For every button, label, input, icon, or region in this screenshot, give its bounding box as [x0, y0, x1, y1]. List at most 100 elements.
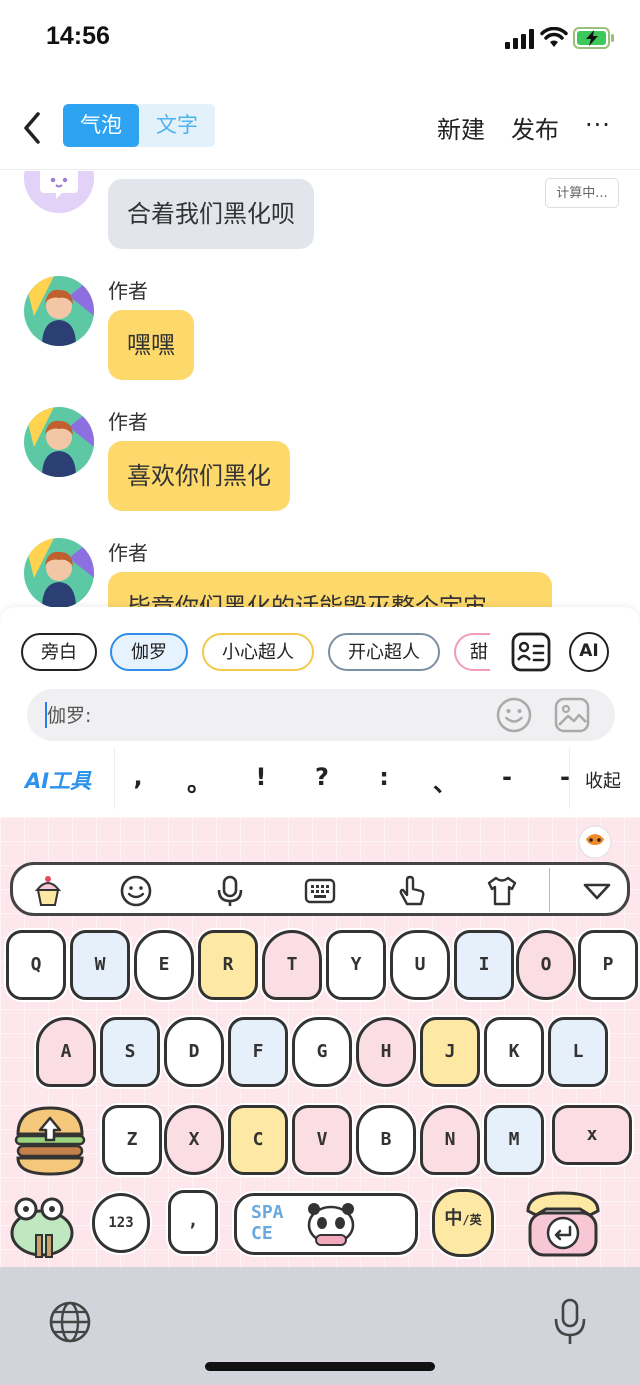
key-m[interactable]: M: [484, 1105, 544, 1175]
keyboard-mascot-icon[interactable]: [578, 825, 612, 859]
chat-area: 合着我们黑化呗 计算中... 作者 嘿嘿 作者 喜欢你们黑化 作者 毕竟你们黑化…: [0, 171, 640, 607]
space-label-bottom: CE: [251, 1223, 273, 1244]
key-q[interactable]: Q: [6, 930, 66, 1000]
role-chip-jialuo[interactable]: 伽罗: [110, 633, 188, 671]
ghost-avatar[interactable]: [24, 171, 94, 213]
message-input[interactable]: 伽罗:: [27, 689, 615, 741]
input-role-prefix: 伽罗:: [47, 705, 92, 727]
avatar-illustration-icon: [24, 276, 94, 346]
comma-key[interactable]: ,: [168, 1190, 218, 1254]
key-c[interactable]: C: [228, 1105, 288, 1175]
publish-button[interactable]: 发布: [511, 110, 559, 145]
language-switch-key[interactable]: 中/英: [432, 1189, 494, 1257]
return-phone-key[interactable]: [520, 1189, 606, 1259]
shift-burger-key[interactable]: [12, 1102, 88, 1178]
punct-key[interactable]: 。: [184, 763, 214, 798]
key-i[interactable]: I: [454, 930, 514, 1000]
dictation-microphone-icon[interactable]: [552, 1297, 588, 1347]
author-name: 作者: [108, 279, 148, 303]
space-label-top: SPA: [251, 1202, 284, 1223]
key-h[interactable]: H: [356, 1017, 416, 1087]
home-indicator[interactable]: [205, 1362, 435, 1371]
chat-bubble-icon: [24, 171, 94, 213]
message-bubble[interactable]: 嘿嘿: [108, 310, 194, 380]
author-avatar[interactable]: [24, 538, 94, 607]
key-f[interactable]: F: [228, 1017, 288, 1087]
lang-label-zh: 中: [444, 1208, 463, 1229]
image-icon[interactable]: [553, 696, 591, 734]
themed-keyboard: Q W E R T Y U I O P A S D F G H J K L Z …: [0, 817, 640, 1267]
author-avatar[interactable]: [24, 276, 94, 346]
key-b[interactable]: B: [356, 1105, 416, 1175]
skin-shirt-icon[interactable]: [485, 874, 519, 908]
message-bubble[interactable]: 合着我们黑化呗: [108, 179, 314, 249]
punct-key[interactable]: ,: [123, 763, 153, 791]
tab-text[interactable]: 文字: [139, 104, 215, 147]
key-t[interactable]: T: [262, 930, 322, 1000]
author-avatar[interactable]: [24, 407, 94, 477]
key-l[interactable]: L: [548, 1017, 608, 1087]
key-o[interactable]: O: [516, 930, 576, 1000]
role-chip-kaixin[interactable]: 开心超人: [328, 633, 440, 671]
role-chip-sweet[interactable]: 甜: [454, 633, 490, 671]
status-time: 14:56: [46, 22, 110, 50]
gesture-hand-icon[interactable]: [395, 874, 429, 908]
key-d[interactable]: D: [164, 1017, 224, 1087]
key-s[interactable]: S: [100, 1017, 160, 1087]
key-x[interactable]: X: [164, 1105, 224, 1175]
microphone-icon[interactable]: [213, 874, 247, 908]
key-k[interactable]: K: [484, 1017, 544, 1087]
key-v[interactable]: V: [292, 1105, 352, 1175]
key-p[interactable]: P: [578, 930, 638, 1000]
message-bubble[interactable]: 毕竟你们黑化的话能毁灭整个宇宙: [108, 572, 552, 607]
punct-key[interactable]: :: [369, 763, 399, 791]
key-e[interactable]: E: [134, 930, 194, 1000]
back-arrow-icon[interactable]: [18, 108, 48, 148]
punctuation-bar: , 。 ! ? : 、 - -: [114, 747, 570, 809]
punct-key[interactable]: 、: [430, 763, 460, 798]
key-r[interactable]: R: [198, 930, 258, 1000]
key-a[interactable]: A: [36, 1017, 96, 1087]
punct-key[interactable]: -: [550, 763, 580, 791]
cupcake-icon[interactable]: [31, 874, 65, 908]
lang-label-en: /英: [462, 1213, 482, 1227]
new-button[interactable]: 新建: [437, 110, 485, 145]
role-chip-narrator[interactable]: 旁白: [21, 633, 97, 671]
globe-icon[interactable]: [48, 1300, 92, 1344]
space-key[interactable]: SPA CE: [234, 1193, 418, 1255]
toolbar-divider: [549, 868, 550, 912]
key-y[interactable]: Y: [326, 930, 386, 1000]
more-menu-button[interactable]: ···: [585, 113, 611, 137]
num-key[interactable]: 123: [92, 1193, 150, 1253]
emoji-icon[interactable]: [119, 874, 153, 908]
character-card-icon[interactable]: [511, 632, 551, 672]
system-keyboard-bar: [0, 1267, 640, 1385]
punct-key[interactable]: -: [492, 763, 522, 791]
message-bubble[interactable]: 喜欢你们黑化: [108, 441, 290, 511]
input-panel: 旁白 伽罗 小心超人 开心超人 甜 AI 伽罗: AI工具 , 。 ! ? : …: [0, 607, 640, 817]
punct-key[interactable]: ?: [307, 763, 337, 791]
hide-keyboard-icon[interactable]: [580, 874, 614, 908]
role-chip-xiaoxin[interactable]: 小心超人: [202, 633, 314, 671]
collapse-button[interactable]: 收起: [585, 767, 621, 793]
ai-tools-button[interactable]: AI工具: [25, 765, 91, 795]
punct-key[interactable]: !: [246, 763, 276, 791]
delete-key[interactable]: x: [552, 1105, 632, 1165]
emoji-icon[interactable]: [495, 696, 533, 734]
top-nav-bar: 气泡 文字 新建 发布 ···: [0, 100, 640, 170]
key-j[interactable]: J: [420, 1017, 480, 1087]
ai-button[interactable]: AI: [569, 632, 609, 672]
wifi-icon: [540, 27, 568, 47]
key-n[interactable]: N: [420, 1105, 480, 1175]
key-w[interactable]: W: [70, 930, 130, 1000]
cellular-signal-icon: [505, 29, 534, 49]
key-g[interactable]: G: [292, 1017, 352, 1087]
tab-bubble[interactable]: 气泡: [63, 104, 139, 147]
key-z[interactable]: Z: [102, 1105, 162, 1175]
mode-segmented-control: 气泡 文字: [63, 104, 215, 147]
keyboard-icon[interactable]: [303, 874, 337, 908]
avatar-illustration-icon: [24, 538, 94, 607]
emoji-frog-key[interactable]: [6, 1187, 82, 1259]
calculating-tag: 计算中...: [545, 178, 619, 208]
key-u[interactable]: U: [390, 930, 450, 1000]
